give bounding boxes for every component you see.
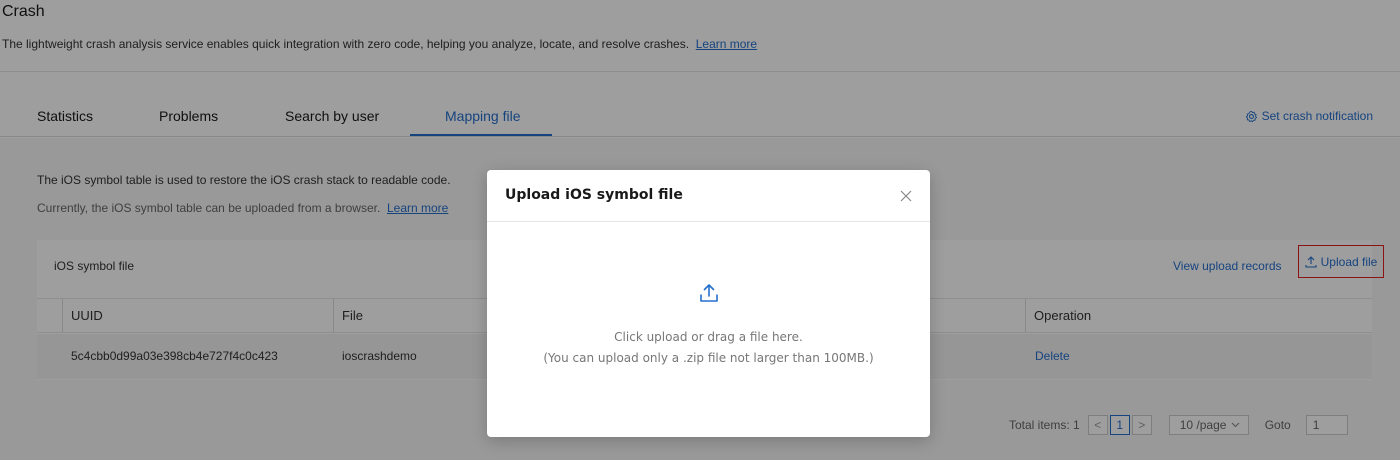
upload-icon[interactable] [698, 282, 720, 304]
close-icon[interactable] [898, 188, 914, 204]
upload-hint-line-1: Click upload or drag a file here. [614, 330, 803, 344]
upload-hint-line-2: (You can upload only a .zip file not lar… [543, 351, 874, 365]
upload-modal: Upload iOS symbol file Click upload or d… [487, 170, 930, 437]
modal-title: Upload iOS symbol file [505, 187, 683, 203]
modal-header: Upload iOS symbol file [487, 170, 930, 222]
